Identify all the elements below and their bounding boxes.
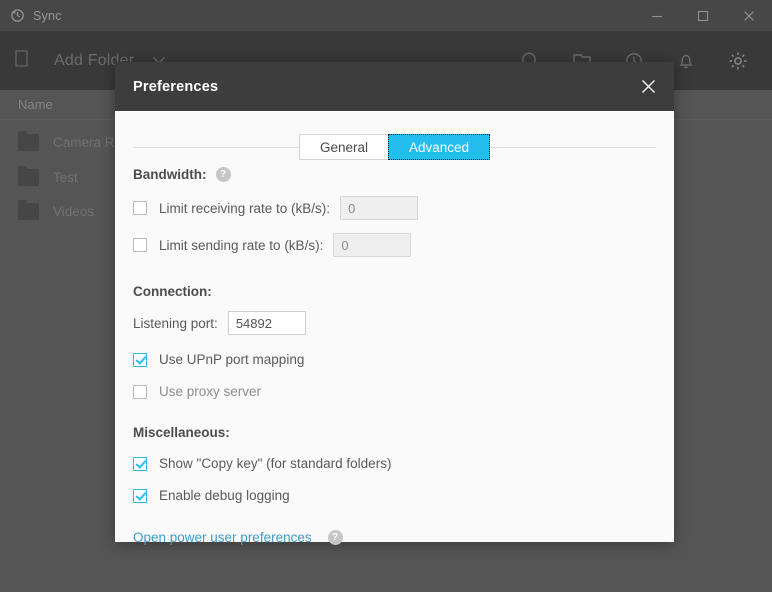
use-upnp-row: Use UPnP port mapping xyxy=(133,352,656,367)
use-proxy-checkbox[interactable] xyxy=(133,384,147,399)
connection-heading-label: Connection: xyxy=(133,284,212,299)
listening-port-input[interactable] xyxy=(227,311,306,335)
limit-receiving-checkbox[interactable] xyxy=(133,201,147,215)
show-copy-key-checkbox[interactable] xyxy=(133,456,147,471)
tab-general[interactable]: General xyxy=(298,134,389,160)
miscellaneous-section-heading: Miscellaneous: xyxy=(133,425,656,440)
limit-sending-row: Limit sending rate to (kB/s): xyxy=(133,233,656,257)
bandwidth-heading-label: Bandwidth: xyxy=(133,167,207,182)
use-upnp-label: Use UPnP port mapping xyxy=(159,352,305,367)
use-proxy-row: Use proxy server xyxy=(133,384,656,399)
limit-sending-input[interactable] xyxy=(333,233,412,257)
listening-port-row: Listening port: xyxy=(133,311,656,335)
use-upnp-checkbox[interactable] xyxy=(133,352,147,367)
limit-receiving-row: Limit receiving rate to (kB/s): xyxy=(133,196,656,220)
advanced-tab-panel: Bandwidth: ? Limit receiving rate to (kB… xyxy=(133,167,656,545)
help-icon[interactable]: ? xyxy=(327,530,343,545)
enable-debug-logging-row: Enable debug logging xyxy=(133,488,656,503)
show-copy-key-row: Show "Copy key" (for standard folders) xyxy=(133,456,656,471)
use-proxy-label: Use proxy server xyxy=(159,384,262,399)
enable-debug-logging-label: Enable debug logging xyxy=(159,488,290,503)
tab-group: General Advanced xyxy=(298,134,491,160)
listening-port-label: Listening port: xyxy=(133,315,218,331)
connection-section-heading: Connection: xyxy=(133,284,656,299)
limit-sending-checkbox[interactable] xyxy=(133,238,147,252)
show-copy-key-label: Show "Copy key" (for standard folders) xyxy=(159,456,392,471)
power-user-preferences-link[interactable]: Open power user preferences xyxy=(133,530,312,545)
limit-sending-label: Limit sending rate to (kB/s): xyxy=(159,237,324,253)
close-icon[interactable] xyxy=(638,77,658,97)
limit-receiving-label: Limit receiving rate to (kB/s): xyxy=(159,200,331,216)
tab-rule-right xyxy=(490,146,657,148)
limit-receiving-input[interactable] xyxy=(340,196,419,220)
miscellaneous-heading-label: Miscellaneous: xyxy=(133,425,230,440)
power-user-preferences-row: Open power user preferences ? xyxy=(133,530,656,545)
dialog-body: General Advanced Bandwidth: ? Limit rece… xyxy=(115,111,674,545)
tab-rule-left xyxy=(133,146,299,148)
tab-advanced[interactable]: Advanced xyxy=(388,134,491,160)
dialog-title: Preferences xyxy=(133,78,219,95)
preferences-dialog: Preferences General Advanced Bandwidth: … xyxy=(115,62,674,545)
tab-strip: General Advanced xyxy=(115,127,674,167)
bandwidth-section-heading: Bandwidth: ? xyxy=(133,167,656,182)
help-icon[interactable]: ? xyxy=(215,167,231,182)
enable-debug-logging-checkbox[interactable] xyxy=(133,488,147,503)
dialog-title-bar: Preferences xyxy=(115,62,674,111)
